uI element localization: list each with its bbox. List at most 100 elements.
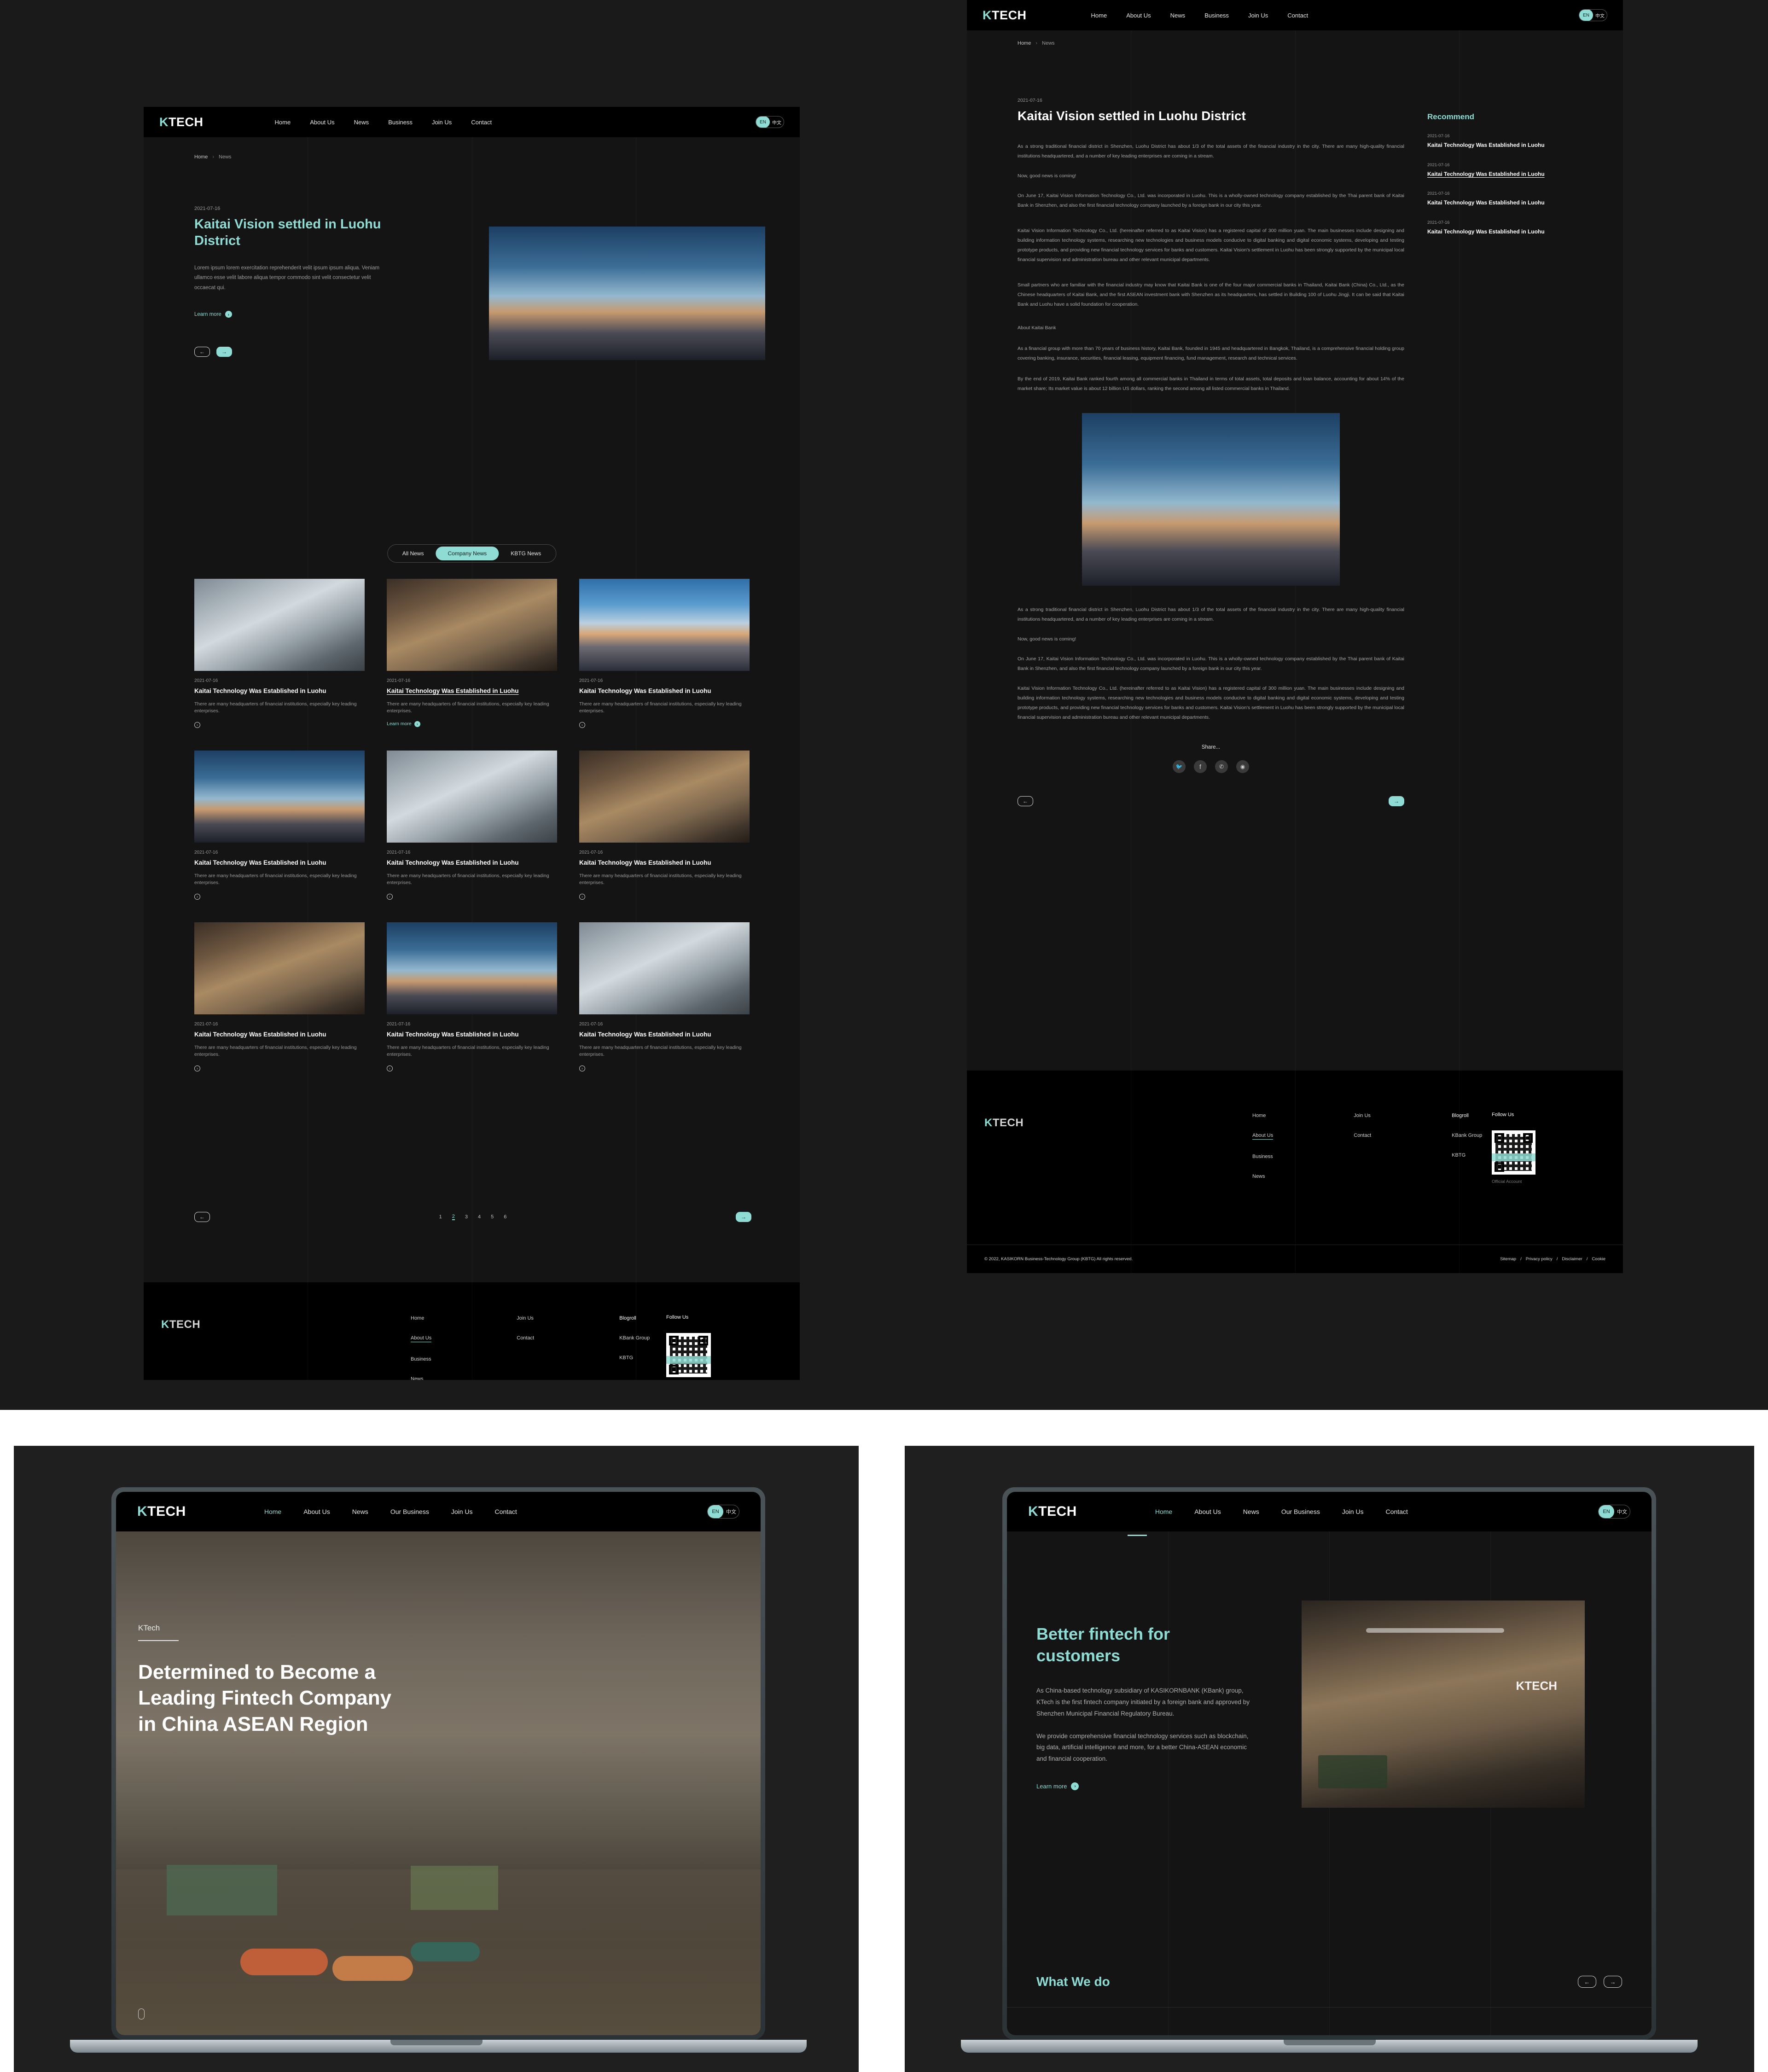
footer-link-business[interactable]: Business <box>411 1356 431 1362</box>
pagination-next-button[interactable]: → <box>736 1212 751 1222</box>
news-card-learn-more-link[interactable]: Learn more › <box>387 721 420 727</box>
tab-kbtg-news[interactable]: KBTG News <box>499 547 553 560</box>
news-card[interactable]: 2021-07-16 Kaitai Technology Was Establi… <box>387 579 557 728</box>
logo[interactable]: K TECH <box>159 115 204 129</box>
news-card-arrow-icon[interactable]: › <box>579 722 585 728</box>
language-toggle[interactable]: EN 中文 <box>1598 1505 1630 1519</box>
recommend-item-title[interactable]: Kaitai Technology Was Established in Luo… <box>1427 142 1575 149</box>
wechat-icon[interactable]: ✆ <box>1215 760 1228 773</box>
recommend-item-title[interactable]: Kaitai Technology Was Established in Luo… <box>1427 171 1575 178</box>
footer-link-join-us[interactable]: Join Us <box>1354 1113 1371 1118</box>
what-we-do-next-button[interactable]: → <box>1604 1976 1622 1988</box>
about-learn-more-link[interactable]: Learn more › <box>1036 1782 1079 1791</box>
news-card[interactable]: 2021-07-16 Kaitai Technology Was Establi… <box>387 922 557 1072</box>
legal-link-privacy[interactable]: Privacy policy <box>1526 1257 1553 1262</box>
footer-link-kbtg[interactable]: KBTG <box>619 1355 650 1361</box>
nav-item-contact[interactable]: Contact <box>495 1508 517 1515</box>
footer-link-kbtg[interactable]: KBTG <box>1452 1152 1482 1158</box>
news-card[interactable]: 2021-07-16 Kaitai Technology Was Establi… <box>387 750 557 900</box>
pagination-prev-button[interactable]: ← <box>194 1212 210 1222</box>
tab-company-news[interactable]: Company News <box>436 547 499 560</box>
news-card-title[interactable]: Kaitai Technology Was Established in Luo… <box>579 687 750 695</box>
nav-item-business[interactable]: Our Business <box>1281 1508 1320 1515</box>
article-next-button[interactable]: → <box>1389 796 1404 806</box>
footer-link-about-us[interactable]: About Us <box>411 1335 432 1342</box>
nav-item-joinus[interactable]: Join Us <box>1342 1508 1364 1515</box>
nav-item-business[interactable]: Business <box>388 119 413 126</box>
footer-logo[interactable]: K TECH <box>984 1117 1024 1129</box>
nav-item-news[interactable]: News <box>1170 12 1186 19</box>
nav-item-home[interactable]: Home <box>1091 12 1107 19</box>
news-card[interactable]: 2021-07-16 Kaitai Technology Was Establi… <box>579 750 750 900</box>
weibo-icon[interactable]: ◉ <box>1236 760 1249 773</box>
recommend-item[interactable]: 2021-07-16 Kaitai Technology Was Establi… <box>1427 134 1575 149</box>
news-card-title[interactable]: Kaitai Technology Was Established in Luo… <box>194 1030 365 1039</box>
lang-en-option[interactable]: EN <box>1579 10 1593 21</box>
lang-cn-option[interactable]: 中文 <box>1614 1505 1630 1518</box>
news-card-arrow-icon[interactable]: › <box>194 1065 200 1071</box>
news-card-arrow-icon[interactable]: › <box>387 893 393 900</box>
footer-link-contact[interactable]: Contact <box>517 1335 534 1341</box>
nav-item-news[interactable]: News <box>354 119 369 126</box>
lang-cn-option[interactable]: 中文 <box>723 1505 739 1518</box>
news-card-title[interactable]: Kaitai Technology Was Established in Luo… <box>194 687 365 695</box>
news-card-arrow-icon[interactable]: › <box>194 722 200 728</box>
footer-logo[interactable]: K TECH <box>161 1318 200 1331</box>
what-we-do-prev-button[interactable]: ← <box>1578 1976 1596 1988</box>
hero-prev-button[interactable]: ← <box>194 346 210 357</box>
lang-en-option[interactable]: EN <box>1599 1505 1614 1518</box>
news-card[interactable]: 2021-07-16 Kaitai Technology Was Establi… <box>579 579 750 728</box>
nav-item-about[interactable]: About Us <box>1194 1508 1221 1515</box>
news-card-arrow-icon[interactable]: › <box>579 893 585 900</box>
article-prev-button[interactable]: ← <box>1018 796 1033 806</box>
tab-all-news[interactable]: All News <box>390 547 436 560</box>
recommend-item[interactable]: 2021-07-16 Kaitai Technology Was Establi… <box>1427 220 1575 236</box>
language-toggle[interactable]: EN 中文 <box>756 116 784 128</box>
nav-item-home[interactable]: Home <box>275 119 291 126</box>
lang-cn-option[interactable]: 中文 <box>1593 10 1607 21</box>
nav-item-joinus[interactable]: Join Us <box>1248 12 1268 19</box>
recommend-item-title[interactable]: Kaitai Technology Was Established in Luo… <box>1427 199 1575 207</box>
nav-item-about[interactable]: About Us <box>310 119 334 126</box>
footer-link-home[interactable]: Home <box>1252 1113 1273 1118</box>
footer-link-join-us[interactable]: Join Us <box>517 1315 534 1321</box>
news-card-title[interactable]: Kaitai Technology Was Established in Luo… <box>579 859 750 867</box>
nav-item-about[interactable]: About Us <box>303 1508 330 1515</box>
page-1[interactable]: 1 <box>439 1214 442 1220</box>
language-toggle[interactable]: EN 中文 <box>707 1505 739 1519</box>
footer-link-news[interactable]: News <box>411 1376 431 1380</box>
page-3[interactable]: 3 <box>465 1214 468 1220</box>
news-card-arrow-icon[interactable]: › <box>387 1065 393 1071</box>
hero-learn-more-link[interactable]: Learn more › <box>194 311 232 318</box>
page-5[interactable]: 5 <box>491 1214 494 1220</box>
news-card-arrow-icon[interactable]: › <box>194 893 200 900</box>
footer-link-kbank-group[interactable]: KBank Group <box>619 1335 650 1341</box>
nav-item-business[interactable]: Business <box>1204 12 1229 19</box>
legal-link-disclaimer[interactable]: Disclaimer <box>1562 1257 1582 1262</box>
footer-link-news[interactable]: News <box>1252 1174 1273 1179</box>
news-card[interactable]: 2021-07-16 Kaitai Technology Was Establi… <box>194 922 365 1072</box>
news-card-title[interactable]: Kaitai Technology Was Established in Luo… <box>579 1030 750 1039</box>
lang-en-option[interactable]: EN <box>756 116 770 128</box>
breadcrumb-home[interactable]: Home <box>194 154 208 160</box>
footer-link-kbank-group[interactable]: KBank Group <box>1452 1133 1482 1138</box>
legal-link-cookie[interactable]: Cookie <box>1592 1257 1605 1262</box>
recommend-item-title[interactable]: Kaitai Technology Was Established in Luo… <box>1427 228 1575 236</box>
footer-link-home[interactable]: Home <box>411 1315 431 1321</box>
facebook-icon[interactable]: f <box>1194 760 1207 773</box>
logo[interactable]: K TECH <box>983 8 1027 23</box>
footer-link-about-us[interactable]: About Us <box>1252 1133 1274 1140</box>
news-card-title[interactable]: Kaitai Technology Was Established in Luo… <box>387 687 557 695</box>
nav-item-news[interactable]: News <box>352 1508 368 1515</box>
nav-item-joinus[interactable]: Join Us <box>432 119 452 126</box>
lang-cn-option[interactable]: 中文 <box>770 116 784 128</box>
recommend-item[interactable]: 2021-07-16 Kaitai Technology Was Establi… <box>1427 163 1575 178</box>
nav-item-contact[interactable]: Contact <box>1386 1508 1408 1515</box>
news-card-title[interactable]: Kaitai Technology Was Established in Luo… <box>387 1030 557 1039</box>
hero-next-button[interactable]: → <box>216 346 232 357</box>
nav-item-news[interactable]: News <box>1243 1508 1259 1515</box>
page-6[interactable]: 6 <box>504 1214 506 1220</box>
news-card-title[interactable]: Kaitai Technology Was Established in Luo… <box>387 859 557 867</box>
page-4[interactable]: 4 <box>478 1214 481 1220</box>
nav-item-contact[interactable]: Contact <box>1287 12 1308 19</box>
